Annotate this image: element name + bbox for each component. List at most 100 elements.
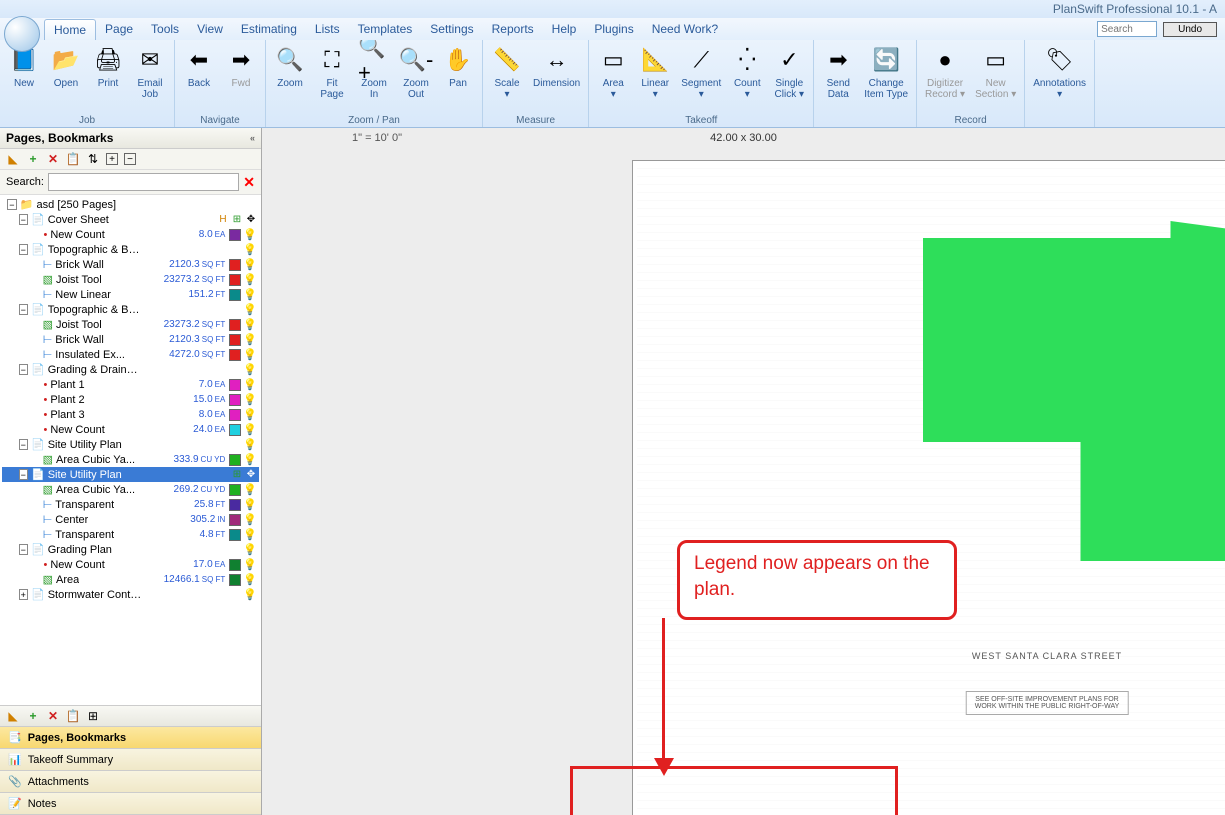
- tree-node[interactable]: −📄Site Utility Plan💡: [2, 437, 259, 452]
- tree-toggle-icon[interactable]: +: [19, 589, 28, 600]
- tree-node[interactable]: −📄Grading & Drainage Plan💡: [2, 362, 259, 377]
- bulb-icon[interactable]: 💡: [243, 558, 257, 571]
- tree-node[interactable]: +📄Stormwater Control Plan💡: [2, 587, 259, 602]
- ribbon-zoom-button[interactable]: 🔍-ZoomOut: [396, 42, 436, 114]
- tree-node[interactable]: −📄Grading Plan💡: [2, 542, 259, 557]
- ribbon-single-button[interactable]: ✓SingleClick ▾: [769, 42, 809, 114]
- ribbon-back-button[interactable]: ⬅Back: [179, 42, 219, 114]
- bulb-icon[interactable]: 💡: [243, 588, 257, 601]
- ribbon-open-button[interactable]: 📂Open: [46, 42, 86, 114]
- tree-node[interactable]: ▧Joist Tool23273.2SQ FT💡: [2, 272, 259, 287]
- tree-node[interactable]: −📁asd [250 Pages]: [2, 197, 259, 212]
- color-swatch[interactable]: [229, 484, 241, 496]
- color-swatch[interactable]: [229, 394, 241, 406]
- bulb-icon[interactable]: 💡: [243, 243, 257, 256]
- sort-icon[interactable]: ⇅: [86, 152, 100, 166]
- menu-tab-plugins[interactable]: Plugins: [585, 19, 642, 40]
- color-swatch[interactable]: [229, 409, 241, 421]
- bulb-icon[interactable]: 💡: [243, 453, 257, 466]
- color-swatch[interactable]: [229, 379, 241, 391]
- color-swatch[interactable]: [229, 349, 241, 361]
- bulb-icon[interactable]: 💡: [243, 288, 257, 301]
- ribbon-pan-button[interactable]: ✋Pan: [438, 42, 478, 114]
- tree-node[interactable]: ▧Area Cubic Ya...333.9CU YD💡: [2, 452, 259, 467]
- app-orb-icon[interactable]: [4, 16, 40, 52]
- quick-search-input[interactable]: [1097, 21, 1157, 37]
- tree-node[interactable]: ⊢Brick Wall2120.3SQ FT💡: [2, 257, 259, 272]
- ribbon-count-button[interactable]: ⁛Count▾: [727, 42, 767, 114]
- color-swatch[interactable]: [229, 229, 241, 241]
- add-icon[interactable]: +: [26, 152, 40, 166]
- tree-toggle-icon[interactable]: −: [19, 304, 28, 315]
- plan-canvas[interactable]: 1" = 10' 0" 42.00 x 30.00 Measurement Ty…: [262, 128, 1225, 815]
- color-swatch[interactable]: [229, 319, 241, 331]
- tree-node[interactable]: •New Count8.0EA💡: [2, 227, 259, 242]
- props-icon[interactable]: ⊞: [86, 709, 100, 723]
- filter2-icon[interactable]: ◣: [6, 709, 20, 723]
- undo-button[interactable]: Undo: [1163, 22, 1217, 37]
- tree-node[interactable]: −📄Cover SheetH⊞✥: [2, 212, 259, 227]
- ribbon-zoom-button[interactable]: 🔍+ZoomIn: [354, 42, 394, 114]
- bulb-icon[interactable]: 💡: [243, 543, 257, 556]
- bulb-icon[interactable]: 💡: [243, 408, 257, 421]
- page-tree[interactable]: −📁asd [250 Pages]−📄Cover SheetH⊞✥•New Co…: [0, 195, 261, 705]
- tree-node[interactable]: −📄Site Utility Plan⊞✥: [2, 467, 259, 482]
- c-icon[interactable]: ⊞: [231, 214, 243, 226]
- tree-node[interactable]: ⊢Transparent25.8FT💡: [2, 497, 259, 512]
- tree-node[interactable]: ⊢Center305.2IN💡: [2, 512, 259, 527]
- tree-toggle-icon[interactable]: −: [19, 439, 28, 450]
- menu-tab-templates[interactable]: Templates: [349, 19, 422, 40]
- tree-node[interactable]: −📄Topographic & Boundary Survey💡: [2, 242, 259, 257]
- bulb-icon[interactable]: 💡: [243, 348, 257, 361]
- bulb-icon[interactable]: 💡: [243, 333, 257, 346]
- ribbon-area-button[interactable]: ▭Area▾: [593, 42, 633, 114]
- menu-tab-lists[interactable]: Lists: [306, 19, 349, 40]
- tree-toggle-icon[interactable]: −: [7, 199, 17, 210]
- menu-tab-settings[interactable]: Settings: [421, 19, 482, 40]
- color-swatch[interactable]: [229, 274, 241, 286]
- bulb-icon[interactable]: 💡: [243, 378, 257, 391]
- copy-icon[interactable]: 📋: [66, 152, 80, 166]
- color-swatch[interactable]: [229, 424, 241, 436]
- ribbon-fit-button[interactable]: ⛶FitPage: [312, 42, 352, 114]
- sidebar-search-input[interactable]: [48, 173, 239, 191]
- color-swatch[interactable]: [229, 289, 241, 301]
- bulb-icon[interactable]: 💡: [243, 528, 257, 541]
- c-icon[interactable]: ⊞: [231, 469, 243, 481]
- bulb-icon[interactable]: 💡: [243, 303, 257, 316]
- bulb-icon[interactable]: 💡: [243, 498, 257, 511]
- bulb-icon[interactable]: 💡: [243, 423, 257, 436]
- tree-toggle-icon[interactable]: −: [19, 469, 28, 480]
- tree-node[interactable]: ⊢Transparent4.8FT💡: [2, 527, 259, 542]
- tree-node[interactable]: ▧Joist Tool23273.2SQ FT💡: [2, 317, 259, 332]
- plan-sheet[interactable]: WEST SANTA CLARA STREET SEE OFF-SITE IMP…: [632, 160, 1225, 815]
- collapse-icon[interactable]: «: [250, 133, 255, 143]
- accordion-pagesbookmarks[interactable]: 📑Pages, Bookmarks: [0, 727, 261, 749]
- tree-node[interactable]: •New Count17.0EA💡: [2, 557, 259, 572]
- menu-tab-page[interactable]: Page: [96, 19, 142, 40]
- filter-icon[interactable]: ◣: [6, 152, 20, 166]
- color-swatch[interactable]: [229, 514, 241, 526]
- tree-node[interactable]: ⊢Insulated Ex...4272.0SQ FT💡: [2, 347, 259, 362]
- color-swatch[interactable]: [229, 529, 241, 541]
- ribbon-email-button[interactable]: ✉EmailJob: [130, 42, 170, 114]
- tree-node[interactable]: ⊢Brick Wall2120.3SQ FT💡: [2, 332, 259, 347]
- ribbon-segment-button[interactable]: ⟋Segment▾: [677, 42, 725, 114]
- color-swatch[interactable]: [229, 559, 241, 571]
- ribbon-print-button[interactable]: 🖨Print: [88, 42, 128, 114]
- bulb-icon[interactable]: 💡: [243, 363, 257, 376]
- bulb-icon[interactable]: 💡: [243, 438, 257, 451]
- accordion-attachments[interactable]: 📎Attachments: [0, 771, 261, 793]
- accordion-takeoffsummary[interactable]: 📊Takeoff Summary: [0, 749, 261, 771]
- add2-icon[interactable]: +: [26, 709, 40, 723]
- tree-node[interactable]: −📄Topographic & Boundary Survey💡: [2, 302, 259, 317]
- tree-node[interactable]: ▧Area Cubic Ya...269.2CU YD💡: [2, 482, 259, 497]
- tree-toggle-icon[interactable]: −: [19, 364, 28, 375]
- clear-search-icon[interactable]: ✕: [243, 174, 255, 191]
- color-swatch[interactable]: [229, 574, 241, 586]
- delete-icon[interactable]: ✕: [46, 152, 60, 166]
- tree-node[interactable]: •Plant 17.0EA💡: [2, 377, 259, 392]
- ribbon-send-button[interactable]: ➡SendData: [818, 42, 858, 125]
- expand-icon[interactable]: +: [106, 153, 118, 165]
- tree-node[interactable]: •Plant 38.0EA💡: [2, 407, 259, 422]
